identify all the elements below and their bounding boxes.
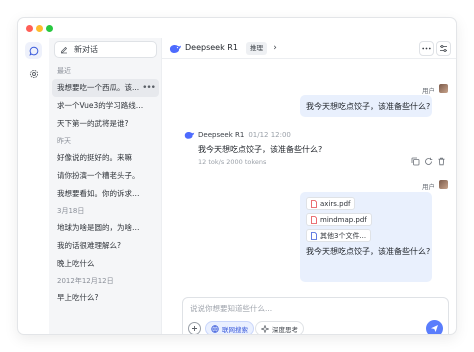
icon-rail xyxy=(18,38,49,334)
group-label: 最近 xyxy=(57,67,71,75)
conversation-title: 我想要看如。你的诉求是... xyxy=(57,189,147,198)
plus-icon xyxy=(192,326,197,331)
minimize-window-button[interactable] xyxy=(36,25,43,32)
mode-badge[interactable]: 推理 xyxy=(246,42,267,55)
chat-bubble-icon xyxy=(28,46,38,56)
ai-model-name: Deepseek R1 xyxy=(198,131,245,139)
more-options-icon[interactable]: ••• xyxy=(142,79,156,97)
conversation-item[interactable]: 求一个Vue3的学习路线可以... xyxy=(49,97,162,115)
file-attachment[interactable]: axirs.pdf xyxy=(306,197,356,210)
conversation-item[interactable]: 请你扮演一个糟老头子。 xyxy=(49,167,162,185)
chat-nav-button[interactable] xyxy=(25,42,42,59)
send-icon xyxy=(431,325,438,332)
user-avatar xyxy=(439,180,448,189)
deepseek-whale-icon xyxy=(184,132,195,139)
user-role-label: 用户 xyxy=(422,183,435,191)
gear-icon xyxy=(29,69,38,78)
more-options-button[interactable] xyxy=(419,41,434,56)
model-name[interactable]: Deepseek R1 xyxy=(185,43,238,52)
user-message-text: 我今天想吃点饺子，该准备些什么? xyxy=(306,247,431,256)
conversation-list: 最近 我想要吃一个西瓜。该... ••• 求一个Vue3的学习路线可以... 天下… xyxy=(49,63,162,307)
conversation-title: 天下第一的武将是谁? xyxy=(57,119,129,128)
new-chat-button[interactable]: 新对话 xyxy=(54,41,157,58)
chevron-right-icon[interactable]: › xyxy=(269,42,281,55)
ai-sender: Deepseek R1 01/12 12:00 xyxy=(198,131,291,139)
file-attachment[interactable]: mindmap.pdf xyxy=(306,213,372,226)
message-composer: 说说你想要知道些什么... 联网搜索 深度思考 xyxy=(182,297,449,334)
group-label: 3月18日 xyxy=(57,207,85,215)
settings-nav-button[interactable] xyxy=(25,65,42,82)
ai-message-text: 我今天想吃点饺子，该准备些什么? xyxy=(198,145,323,154)
conversation-item[interactable]: 我的话很难理解么? xyxy=(49,237,162,255)
close-window-button[interactable] xyxy=(26,25,33,32)
conversation-title: 我的话很难理解么? xyxy=(57,241,121,250)
conversation-item[interactable]: 天下第一的武将是谁? xyxy=(49,115,162,133)
user-message-text: 我今天想吃点饺子，该准备些什么? xyxy=(306,102,431,111)
conversation-title: 请你扮演一个糟老头子。 xyxy=(57,171,140,180)
ai-token-stats: 12 tok/s 2000 tokens xyxy=(198,158,267,166)
globe-icon xyxy=(211,324,219,333)
conversation-title: 我想要吃一个西瓜。该... xyxy=(57,83,140,92)
deep-think-label: 深度思考 xyxy=(272,325,298,334)
group-label: 昨天 xyxy=(57,137,71,145)
regenerate-icon[interactable] xyxy=(424,157,433,166)
user-role-label: 用户 xyxy=(422,87,435,95)
pdf-file-icon xyxy=(311,199,317,208)
group-label: 2012年12月12日 xyxy=(57,277,114,285)
chat-header: Deepseek R1 推理 › xyxy=(162,38,456,59)
file-icon xyxy=(311,231,317,240)
more-horizontal-icon xyxy=(422,47,431,50)
settings-sliders-button[interactable] xyxy=(436,41,451,56)
conversation-item[interactable]: 我想要吃一个西瓜。该... ••• xyxy=(52,79,159,97)
user-avatar xyxy=(439,84,448,93)
message-input[interactable]: 说说你想要知道些什么... xyxy=(190,303,272,314)
sliders-icon xyxy=(440,45,447,52)
deep-think-toggle[interactable]: 深度思考 xyxy=(255,321,304,334)
user-message-bubble: axirs.pdf mindmap.pdf 其他3个文件... 我今天想吃点饺子… xyxy=(300,192,432,282)
user-message-bubble: 我今天想吃点饺子，该准备些什么? xyxy=(300,95,432,117)
conversation-item[interactable]: 我想要看如。你的诉求是... xyxy=(49,185,162,203)
edit-icon xyxy=(61,46,68,53)
chat-panel: Deepseek R1 推理 › 用户 我今天想吃点饺子，该准备些什么? Dee… xyxy=(162,38,456,334)
title-bar xyxy=(18,18,456,38)
file-name: mindmap.pdf xyxy=(320,215,367,224)
conversation-title: 好像说的挺好的。来嘛 xyxy=(57,153,132,162)
deepseek-whale-icon xyxy=(169,44,181,53)
attach-button[interactable] xyxy=(188,322,201,334)
conversation-title: 地球为啥是圆的，为啥不是方的 xyxy=(57,223,162,232)
file-name: 其他3个文件... xyxy=(320,231,367,240)
sparkle-icon xyxy=(261,324,269,333)
conversation-sidebar: 新对话 最近 我想要吃一个西瓜。该... ••• 求一个Vue3的学习路线可以..… xyxy=(49,38,162,334)
conversation-title: 晚上吃什么 xyxy=(57,259,95,268)
web-search-label: 联网搜索 xyxy=(222,325,248,334)
pdf-file-icon xyxy=(311,215,317,224)
send-button[interactable] xyxy=(426,320,443,334)
ai-timestamp: 01/12 12:00 xyxy=(248,131,291,139)
conversation-title: 早上吃什么? xyxy=(57,293,99,302)
more-files-attachment[interactable]: 其他3个文件... xyxy=(306,229,372,242)
trash-icon[interactable] xyxy=(437,157,446,166)
conversation-item[interactable]: 早上吃什么? xyxy=(49,289,162,307)
new-chat-label: 新对话 xyxy=(74,45,98,54)
conversation-item[interactable]: 地球为啥是圆的，为啥不是方的 xyxy=(49,219,162,237)
web-search-toggle[interactable]: 联网搜索 xyxy=(205,321,254,334)
conversation-title: 求一个Vue3的学习路线可以... xyxy=(57,101,158,110)
copy-icon[interactable] xyxy=(411,157,420,166)
conversation-item[interactable]: 好像说的挺好的。来嘛 xyxy=(49,149,162,167)
conversation-item[interactable]: 晚上吃什么 xyxy=(49,255,162,273)
app-window: 新对话 最近 我想要吃一个西瓜。该... ••• 求一个Vue3的学习路线可以..… xyxy=(17,17,457,335)
maximize-window-button[interactable] xyxy=(46,25,53,32)
file-name: axirs.pdf xyxy=(320,199,351,208)
